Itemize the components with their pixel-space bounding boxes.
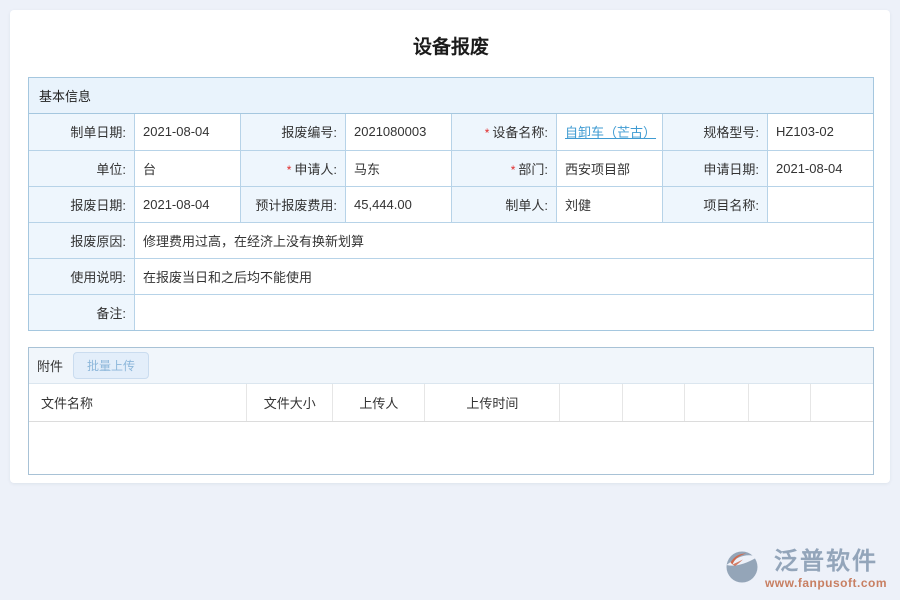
label-scrap-date: 报废日期:	[29, 186, 135, 222]
column-header-upload-time: 上传时间	[425, 384, 560, 421]
attachments-header-row: 文件名称 文件大小 上传人 上传时间	[29, 384, 873, 421]
label-maker: 制单人:	[451, 186, 557, 222]
label-department: *部门:	[451, 150, 557, 186]
attachments-header-label: 附件	[37, 356, 63, 375]
column-header-file-size: 文件大小	[247, 384, 333, 421]
value-scrap-date: 2021-08-04	[135, 186, 241, 222]
fanpu-logo-icon	[724, 549, 760, 590]
value-scrap-reason: 修理费用过高，在经济上没有换新划算	[135, 222, 874, 258]
page-title: 设备报废	[28, 10, 874, 60]
batch-upload-button[interactable]: 批量上传	[73, 352, 149, 379]
value-remark	[135, 294, 874, 330]
label-apply-date: 申请日期:	[662, 150, 768, 186]
column-header-empty-4	[748, 384, 810, 421]
basic-info-table: 制单日期: 2021-08-04 报废编号: 2021080003 *设备名称:…	[29, 114, 873, 330]
value-make-date: 2021-08-04	[135, 114, 241, 150]
column-header-empty-5	[811, 384, 874, 421]
column-header-empty-1	[560, 384, 622, 421]
row-6: 备注:	[29, 294, 873, 330]
label-usage-note: 使用说明:	[29, 258, 135, 294]
column-header-empty-3	[685, 384, 748, 421]
column-header-empty-2	[622, 384, 684, 421]
label-scrap-no: 报废编号:	[240, 114, 346, 150]
value-spec-model: HZ103-02	[768, 114, 874, 150]
attachments-table: 文件名称 文件大小 上传人 上传时间	[29, 384, 873, 422]
basic-info-header: 基本信息	[29, 78, 873, 114]
value-maker: 刘健	[557, 186, 663, 222]
label-remark: 备注:	[29, 294, 135, 330]
value-device-name: 自卸车（芒古）	[557, 114, 663, 150]
row-4: 报废原因: 修理费用过高，在经济上没有换新划算	[29, 222, 873, 258]
brand-logo: 泛普软件 www.fanpusoft.com	[724, 549, 887, 590]
value-unit: 台	[135, 150, 241, 186]
device-name-link[interactable]: 自卸车（芒古）	[565, 125, 656, 140]
row-2: 单位: 台 *申请人: 马东 *部门: 西安项目部 申请日期: 2021-08-…	[29, 150, 873, 186]
label-device-name: *设备名称:	[451, 114, 557, 150]
label-spec-model: 规格型号:	[662, 114, 768, 150]
value-applicant: 马东	[346, 150, 452, 186]
basic-info-section: 基本信息 制单日期: 2021-08-04 报废编号: 2021080003 *…	[28, 77, 874, 331]
required-marker: *	[287, 163, 292, 177]
attachments-section: 附件 批量上传 文件名称 文件大小 上传人 上传时间	[28, 347, 874, 475]
column-header-uploader: 上传人	[333, 384, 425, 421]
column-header-file-name: 文件名称	[29, 384, 247, 421]
required-marker: *	[511, 163, 516, 177]
row-1: 制单日期: 2021-08-04 报废编号: 2021080003 *设备名称:…	[29, 114, 873, 150]
attachments-header: 附件 批量上传	[29, 348, 873, 384]
brand-name: 泛普软件	[774, 549, 878, 574]
brand-url: www.fanpusoft.com	[765, 576, 887, 590]
value-usage-note: 在报废当日和之后均不能使用	[135, 258, 874, 294]
label-estimated-cost: 预计报废费用:	[240, 186, 346, 222]
attachments-empty-body	[29, 422, 873, 474]
label-scrap-reason: 报废原因:	[29, 222, 135, 258]
label-applicant: *申请人:	[240, 150, 346, 186]
row-5: 使用说明: 在报废当日和之后均不能使用	[29, 258, 873, 294]
label-project-name: 项目名称:	[662, 186, 768, 222]
value-scrap-no: 2021080003	[346, 114, 452, 150]
value-project-name	[768, 186, 874, 222]
value-department: 西安项目部	[557, 150, 663, 186]
value-apply-date: 2021-08-04	[768, 150, 874, 186]
form-card: 设备报废 基本信息 制单日期: 2021-08-04 报废编号: 2021080…	[10, 10, 890, 483]
label-make-date: 制单日期:	[29, 114, 135, 150]
row-3: 报废日期: 2021-08-04 预计报废费用: 45,444.00 制单人: …	[29, 186, 873, 222]
required-marker: *	[485, 126, 490, 140]
label-unit: 单位:	[29, 150, 135, 186]
value-estimated-cost: 45,444.00	[346, 186, 452, 222]
